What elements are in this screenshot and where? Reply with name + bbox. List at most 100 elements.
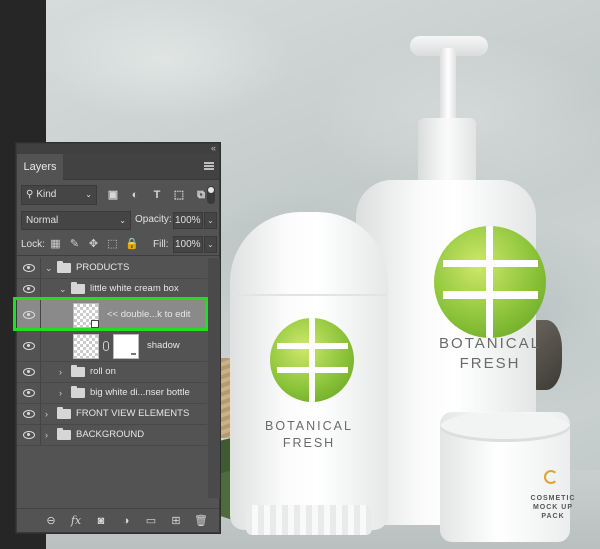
panel-menu-icon[interactable] — [204, 162, 214, 170]
layer-row[interactable]: › big white di...nser bottle — [17, 383, 207, 404]
lock-position-icon[interactable]: ✥ — [87, 237, 100, 251]
bottle-brand-text: BOTANICAL FRESH — [390, 334, 590, 374]
new-group-icon[interactable]: ▭ — [144, 514, 158, 528]
botanical-fresh-logo — [434, 226, 546, 338]
eye-column-divider — [40, 404, 41, 424]
eye-column-divider — [40, 331, 41, 361]
opacity-input[interactable]: 100% — [173, 212, 203, 229]
stick-cap-line — [232, 294, 386, 296]
bottle-brand-line1: BOTANICAL — [439, 335, 541, 352]
collapse-panel-icon[interactable]: « — [211, 143, 216, 153]
adjustment-filter-icon[interactable]: ◐ — [127, 187, 143, 203]
layer-row[interactable]: ⌄ little white cream box — [17, 279, 207, 300]
layer-thumbnail[interactable] — [73, 303, 99, 328]
link-layers-icon[interactable]: ⊖ — [44, 514, 58, 528]
layer-mask-thumbnail[interactable] — [113, 334, 139, 359]
folder-icon — [57, 261, 71, 273]
visibility-eye-icon[interactable] — [23, 285, 35, 293]
layer-row[interactable]: › FRONT VIEW ELEMENTS — [17, 404, 207, 425]
layer-row[interactable]: shadow — [17, 331, 207, 362]
lock-row: Lock: ▦ ✎ ✥ ⬚ 🔒 Fill: 100% ⌄ — [17, 234, 219, 256]
add-mask-icon[interactable]: ◙ — [94, 514, 108, 528]
search-icon: ⚲ — [26, 189, 34, 200]
visibility-eye-icon[interactable] — [23, 410, 35, 418]
visibility-eye-icon[interactable] — [23, 311, 35, 319]
jar-label-line1: COSMETIC — [530, 495, 576, 502]
lock-all-icon[interactable]: 🔒 — [125, 237, 139, 251]
chevron-right-icon[interactable]: › — [59, 387, 62, 399]
lock-image-pixels-icon[interactable]: ✎ — [68, 237, 81, 251]
filter-kind-select[interactable]: ⚲ Kind ⌄ — [21, 185, 97, 205]
new-layer-icon[interactable]: ⊞ — [169, 514, 183, 528]
mask-link-icon[interactable] — [103, 341, 109, 351]
opacity-label: Opacity: — [135, 214, 172, 225]
chevron-right-icon[interactable]: › — [45, 429, 48, 441]
layer-name: little white cream box — [90, 283, 179, 294]
chevron-right-icon[interactable]: › — [59, 366, 62, 378]
fill-dropdown-button[interactable]: ⌄ — [204, 236, 217, 253]
folder-icon — [57, 407, 71, 419]
layer-name: FRONT VIEW ELEMENTS — [76, 408, 190, 419]
blend-mode-label: Normal — [26, 215, 59, 226]
opacity-dropdown-button[interactable]: ⌄ — [204, 212, 217, 229]
blend-mode-select[interactable]: Normal ⌄ — [21, 211, 131, 230]
eye-column-divider — [40, 383, 41, 403]
layer-row[interactable]: ⌄ PRODUCTS — [17, 258, 207, 279]
stick-brand-line1: BOTANICAL — [265, 419, 353, 433]
fill-input[interactable]: 100% — [173, 236, 203, 253]
smart-object-icon — [91, 320, 99, 328]
tab-layers[interactable]: Layers — [17, 154, 63, 180]
stick-brand-line2: FRESH — [282, 436, 336, 450]
bottle-brand-line2: FRESH — [459, 355, 521, 372]
visibility-eye-icon[interactable] — [23, 342, 35, 350]
layer-filter-row: ⚲ Kind ⌄ ▣ ◐ T ⬚ ⧉ — [17, 184, 219, 208]
layer-name: BACKGROUND — [76, 429, 145, 440]
chevron-down-icon[interactable]: ⌄ — [45, 262, 53, 274]
panel-title-bar[interactable]: « — [17, 143, 219, 154]
folder-icon — [71, 386, 85, 398]
chevron-down-icon[interactable]: ⌄ — [59, 283, 67, 295]
lock-artboard-icon[interactable]: ⬚ — [106, 237, 119, 251]
layer-name: PRODUCTS — [76, 262, 130, 273]
layer-list-scrollbar[interactable] — [208, 258, 220, 498]
jar-label-line3: PACK — [541, 513, 565, 520]
layer-name: roll on — [90, 366, 116, 377]
stick-base-image — [246, 505, 372, 535]
panel-bottom-toolbar: ⊖ fx ◙ ◑ ▭ ⊞ 🗑 — [17, 508, 219, 532]
pixel-filter-icon[interactable]: ▣ — [105, 187, 121, 203]
pump-stem-image — [440, 48, 456, 120]
eye-column-divider — [40, 279, 41, 299]
botanical-fresh-logo-small — [270, 318, 354, 402]
panel-tab-bar: Layers — [17, 154, 219, 180]
blend-row: Normal ⌄ Opacity: 100% ⌄ — [17, 210, 219, 232]
visibility-eye-icon[interactable] — [23, 368, 35, 376]
chevron-down-icon: ⌄ — [119, 216, 126, 225]
delete-layer-icon[interactable]: 🗑 — [194, 514, 208, 528]
layer-name: << double...k to edit — [107, 309, 191, 320]
layer-row[interactable]: › roll on — [17, 362, 207, 383]
lock-transparent-pixels-icon[interactable]: ▦ — [49, 237, 62, 251]
jar-label: COSMETIC MOCK UP PACK — [508, 494, 598, 521]
eye-column-divider — [40, 258, 41, 278]
layer-row[interactable]: › BACKGROUND — [17, 425, 207, 446]
visibility-eye-icon[interactable] — [23, 264, 35, 272]
adjustment-layer-icon[interactable]: ◑ — [119, 514, 133, 528]
lock-label: Lock: — [21, 239, 45, 250]
layers-panel: « Layers ⚲ Kind ⌄ ▣ ◐ T ⬚ ⧉ Normal ⌄ Opacity:… — [16, 143, 220, 533]
layer-thumbnail[interactable] — [73, 334, 99, 359]
stick-brand-text: BOTANICAL FRESH — [222, 418, 396, 452]
shape-filter-icon[interactable]: ⬚ — [171, 187, 187, 203]
layer-name: shadow — [147, 340, 180, 351]
chevron-down-icon: ⌄ — [85, 190, 92, 199]
layer-style-icon[interactable]: fx — [69, 514, 83, 528]
visibility-eye-icon[interactable] — [23, 431, 35, 439]
layer-row[interactable]: << double...k to edit — [17, 300, 207, 331]
jar-label-line2: MOCK UP — [532, 504, 574, 511]
cream-jar-rim — [440, 412, 570, 442]
filter-toggle[interactable] — [207, 186, 215, 204]
eye-column-divider — [40, 425, 41, 445]
folder-icon — [71, 365, 85, 377]
chevron-right-icon[interactable]: › — [45, 408, 48, 420]
type-filter-icon[interactable]: T — [149, 187, 165, 203]
visibility-eye-icon[interactable] — [23, 389, 35, 397]
